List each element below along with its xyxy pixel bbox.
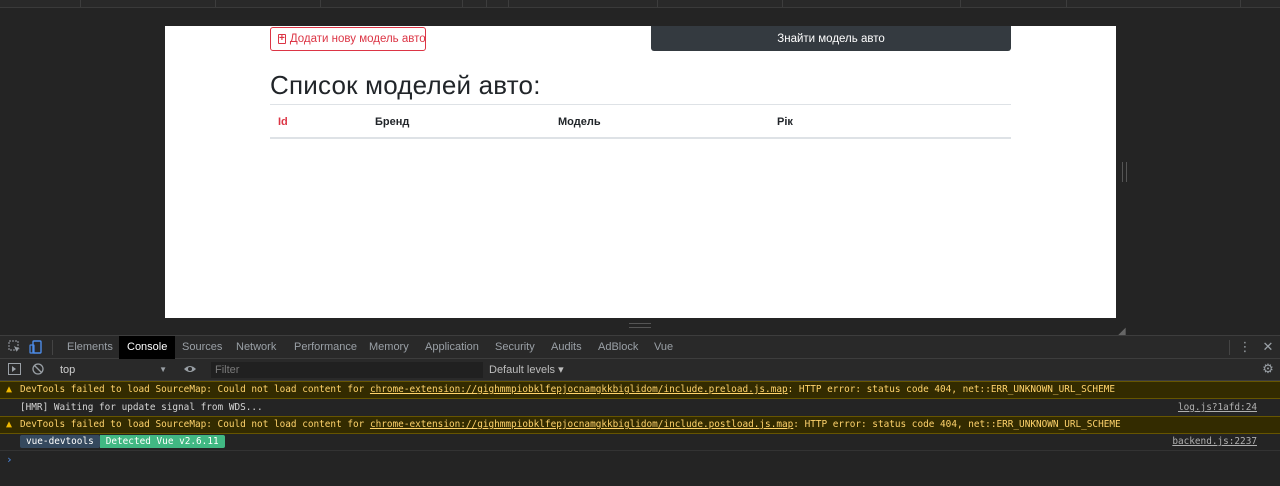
inspect-element-icon[interactable] — [7, 340, 21, 354]
message-text: DevTools failed to load SourceMap: Could… — [20, 384, 370, 395]
page-title: Список моделей авто: — [270, 70, 541, 100]
device-toolbar — [0, 0, 1280, 8]
web-page: + Додати нову модель авто Знайти модель … — [165, 26, 1116, 318]
vue-devtools-badge: vue-devtools — [20, 435, 100, 448]
vue-version-badge: Detected Vue v2.6.11 — [99, 435, 225, 448]
tab-application[interactable]: Application — [417, 336, 487, 359]
device-viewport: + Додати нову модель авто Знайти модель … — [0, 8, 1280, 337]
message-link[interactable]: chrome-extension://gighmmpiobklfepjocnam… — [370, 419, 793, 430]
source-link[interactable]: log.js?1afd:24 — [1178, 399, 1257, 417]
warning-icon: ▲ — [6, 419, 13, 430]
gear-icon[interactable]: ⚙ — [1261, 362, 1275, 376]
find-model-button[interactable]: Знайти модель авто — [651, 26, 1011, 51]
console-toolbar: top ▼ Default levels ▾ ⚙ — [0, 359, 1280, 381]
console-log: vue-devtools Detected Vue v2.6.11 backend… — [0, 433, 1280, 451]
console-prompt[interactable]: › — [6, 453, 13, 466]
console-sidebar-icon[interactable] — [7, 363, 21, 377]
chevron-down-icon: ▼ — [159, 365, 167, 374]
device-toggle-icon[interactable] — [28, 340, 42, 354]
message-text: : HTTP error: status code 404, net::ERR_… — [787, 384, 1116, 395]
warning-icon: ▲ — [6, 384, 13, 395]
tab-vue[interactable]: Vue — [646, 336, 681, 359]
table-header-brand[interactable]: Бренд — [375, 116, 409, 128]
add-model-button[interactable]: + Додати нову модель авто — [270, 27, 426, 51]
context-select-value: top — [60, 364, 76, 376]
add-model-button-label: Додати нову модель авто — [289, 33, 426, 45]
table-header-id[interactable]: Id — [278, 116, 288, 128]
log-levels-select[interactable]: Default levels ▾ — [489, 362, 564, 378]
models-table: Id Бренд Модель Рік — [270, 104, 1011, 139]
console-warning: ▲ DevTools failed to load SourceMap: Cou… — [0, 416, 1280, 434]
tab-audits[interactable]: Audits — [543, 336, 590, 359]
tab-console[interactable]: Console — [119, 336, 176, 359]
message-link[interactable]: chrome-extension://gighmmpiobklfepjocnam… — [370, 384, 788, 395]
clear-console-icon[interactable] — [31, 363, 45, 377]
browser-frame: + Додати нову модель авто Знайти модель … — [0, 0, 1280, 486]
console-log: [HMR] Waiting for update signal from WDS… — [0, 399, 1280, 417]
find-model-button-label: Знайти модель авто — [777, 32, 885, 45]
message-text: [HMR] Waiting for update signal from WDS… — [20, 402, 263, 413]
console-warning: ▲ DevTools failed to load SourceMap: Cou… — [0, 381, 1280, 399]
tab-network[interactable]: Network — [228, 336, 284, 359]
tab-sources[interactable]: Sources — [174, 336, 230, 359]
width-resize-handle[interactable] — [1122, 162, 1127, 182]
tab-performance[interactable]: Performance — [286, 336, 365, 359]
tab-security[interactable]: Security — [487, 336, 543, 359]
tab-memory[interactable]: Memory — [361, 336, 417, 359]
live-expression-eye-icon[interactable] — [183, 363, 197, 377]
height-resize-handle[interactable] — [629, 323, 651, 328]
message-text: : HTTP error: status code 404, net::ERR_… — [793, 419, 1121, 430]
filter-input[interactable] — [211, 362, 483, 378]
source-link[interactable]: backend.js:2237 — [1172, 433, 1257, 451]
context-select[interactable]: top ▼ — [53, 362, 171, 378]
table-header-model[interactable]: Модель — [558, 116, 601, 128]
tab-elements[interactable]: Elements — [59, 336, 121, 359]
devtools-panel: Elements Console Sources Network Perform… — [0, 335, 1280, 486]
message-text: DevTools failed to load SourceMap: Could… — [20, 419, 370, 430]
more-vert-icon[interactable]: ⋮ — [1238, 340, 1252, 354]
close-icon[interactable]: ✕ — [1261, 340, 1275, 354]
table-header-year[interactable]: Рік — [777, 116, 793, 128]
devtools-tabbar: Elements Console Sources Network Perform… — [0, 336, 1280, 359]
tab-adblock[interactable]: AdBlock — [590, 336, 646, 359]
plus-square-icon: + — [278, 33, 286, 44]
